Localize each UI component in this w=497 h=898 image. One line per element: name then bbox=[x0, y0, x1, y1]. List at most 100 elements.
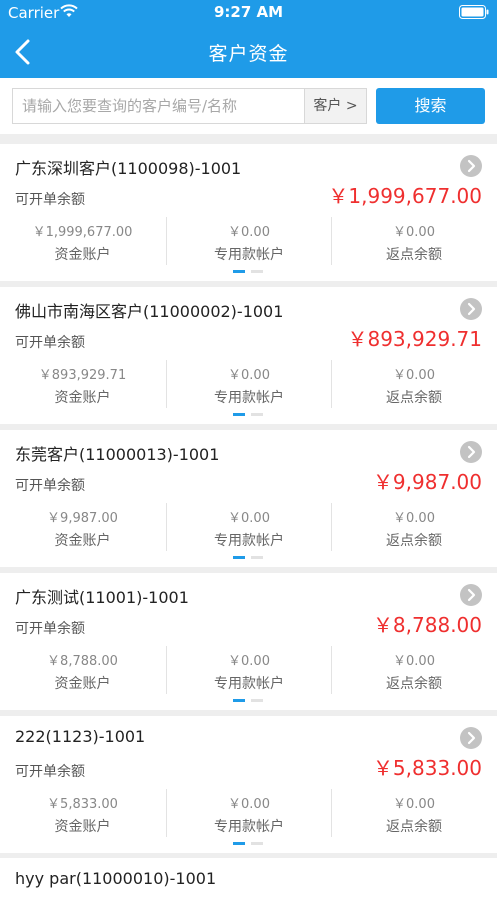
metric-value: ￥9,987.00 bbox=[47, 511, 118, 526]
metric-value: ￥0.00 bbox=[228, 368, 270, 383]
metric-fund-account: ￥8,788.00 资金账户 bbox=[0, 646, 165, 694]
customer-card[interactable]: 佛山市南海区客户(11000002)-1001 可开单余额 ￥893,929.7… bbox=[0, 287, 497, 424]
page-indicator bbox=[233, 413, 265, 416]
metric-fund-account: ￥5,833.00 资金账户 bbox=[0, 789, 165, 837]
customer-name: 广东深圳客户(1100098)-1001 bbox=[15, 159, 242, 178]
metric-value: ￥893,929.71 bbox=[38, 368, 127, 383]
page-dot bbox=[251, 556, 263, 559]
metric-name: 返点余额 bbox=[386, 247, 442, 263]
metric-rebate-balance: ￥0.00 返点余额 bbox=[331, 360, 496, 408]
metric-name: 资金账户 bbox=[54, 819, 111, 835]
customer-name: 广东测试(11001)-1001 bbox=[15, 588, 189, 607]
page-indicator bbox=[233, 842, 265, 845]
metric-value: ￥0.00 bbox=[228, 225, 270, 240]
metric-name: 专用款帐户 bbox=[214, 676, 284, 692]
customer-card[interactable]: 东莞客户(11000013)-1001 可开单余额 ￥9,987.00 ￥9,9… bbox=[0, 430, 497, 567]
metric-special-account: ￥0.00 专用款帐户 bbox=[166, 217, 331, 265]
account-metrics: ￥9,987.00 资金账户 ￥0.00 专用款帐户 ￥0.00 返点余额 bbox=[0, 503, 497, 551]
metric-special-account: ￥0.00 专用款帐户 bbox=[166, 360, 331, 408]
chevron-right-icon[interactable] bbox=[460, 584, 482, 606]
available-balance-amount: ￥5,833.00 bbox=[372, 756, 482, 780]
metric-name: 资金账户 bbox=[54, 247, 111, 263]
page-indicator bbox=[233, 556, 265, 559]
available-balance-label: 可开单余额 bbox=[15, 335, 85, 351]
customer-card[interactable]: 广东测试(11001)-1001 可开单余额 ￥8,788.00 ￥8,788.… bbox=[0, 573, 497, 710]
metric-value: ￥1,999,677.00 bbox=[32, 225, 133, 240]
account-metrics: ￥5,833.00 资金账户 ￥0.00 专用款帐户 ￥0.00 返点余额 bbox=[0, 789, 497, 837]
available-balance-label: 可开单余额 bbox=[15, 478, 85, 494]
metric-name: 资金账户 bbox=[54, 676, 111, 692]
battery-icon bbox=[459, 5, 489, 19]
page-title: 客户资金 bbox=[208, 43, 289, 65]
metric-fund-account: ￥9,987.00 资金账户 bbox=[0, 503, 165, 551]
metric-rebate-balance: ￥0.00 返点余额 bbox=[331, 217, 496, 265]
search-scope-select[interactable]: 客户 > bbox=[304, 89, 366, 123]
page-dot bbox=[251, 699, 263, 702]
customer-name: hyy par(11000010)-1001 bbox=[15, 869, 217, 888]
account-metrics: ￥1,999,677.00 资金账户 ￥0.00 专用款帐户 ￥0.00 返点余额 bbox=[0, 217, 497, 265]
metric-special-account: ￥0.00 专用款帐户 bbox=[166, 646, 331, 694]
customer-name: 222(1123)-1001 bbox=[15, 727, 146, 746]
metric-value: ￥0.00 bbox=[393, 654, 435, 669]
page-dot-active bbox=[233, 556, 245, 559]
status-bar: Carrier 9:27 AM bbox=[0, 0, 497, 26]
chevron-right-icon[interactable] bbox=[460, 441, 482, 463]
metric-value: ￥0.00 bbox=[393, 225, 435, 240]
account-metrics: ￥893,929.71 资金账户 ￥0.00 专用款帐户 ￥0.00 返点余额 bbox=[0, 360, 497, 408]
metric-value: ￥0.00 bbox=[228, 654, 270, 669]
page-dot bbox=[251, 842, 263, 845]
page-indicator bbox=[233, 270, 265, 273]
available-balance-amount: ￥1,999,677.00 bbox=[328, 184, 482, 208]
chevron-right-icon[interactable] bbox=[460, 298, 482, 320]
metric-special-account: ￥0.00 专用款帐户 bbox=[166, 503, 331, 551]
metric-rebate-balance: ￥0.00 返点余额 bbox=[331, 503, 496, 551]
metric-fund-account: ￥893,929.71 资金账户 bbox=[0, 360, 165, 408]
metric-rebate-balance: ￥0.00 返点余额 bbox=[331, 789, 496, 837]
metric-name: 返点余额 bbox=[386, 676, 442, 692]
search-input[interactable] bbox=[13, 89, 305, 123]
metric-value: ￥8,788.00 bbox=[47, 654, 118, 669]
metric-value: ￥0.00 bbox=[393, 368, 435, 383]
page-dot bbox=[251, 270, 263, 273]
available-balance-label: 可开单余额 bbox=[15, 764, 85, 780]
search-box: 客户 > bbox=[12, 88, 367, 124]
customer-name: 东莞客户(11000013)-1001 bbox=[15, 445, 220, 464]
search-area: 客户 > 搜索 bbox=[0, 78, 497, 134]
metric-fund-account: ￥1,999,677.00 资金账户 bbox=[0, 217, 165, 265]
metric-name: 返点余额 bbox=[386, 390, 442, 406]
metric-special-account: ￥0.00 专用款帐户 bbox=[166, 789, 331, 837]
nav-bar: 客户资金 bbox=[0, 26, 497, 78]
chevron-right-icon[interactable] bbox=[460, 155, 482, 177]
available-balance-amount: ￥893,929.71 bbox=[347, 327, 482, 351]
metric-value: ￥0.00 bbox=[228, 511, 270, 526]
available-balance-amount: ￥9,987.00 bbox=[372, 470, 482, 494]
page-dot-active bbox=[233, 842, 245, 845]
metric-name: 资金账户 bbox=[54, 390, 111, 406]
page-dot bbox=[251, 413, 263, 416]
metric-rebate-balance: ￥0.00 返点余额 bbox=[331, 646, 496, 694]
customer-card[interactable]: 222(1123)-1001 可开单余额 ￥5,833.00 ￥5,833.00… bbox=[0, 716, 497, 853]
page-dot-active bbox=[233, 413, 245, 416]
available-balance-label: 可开单余额 bbox=[15, 621, 85, 637]
page-dot-active bbox=[233, 699, 245, 702]
customer-card[interactable]: hyy par(11000010)-1001 bbox=[0, 858, 497, 898]
metric-name: 专用款帐户 bbox=[214, 390, 284, 406]
metric-value: ￥5,833.00 bbox=[47, 797, 118, 812]
metric-value: ￥0.00 bbox=[228, 797, 270, 812]
available-balance-amount: ￥8,788.00 bbox=[372, 613, 482, 637]
customer-card[interactable]: 广东深圳客户(1100098)-1001 可开单余额 ￥1,999,677.00… bbox=[0, 144, 497, 281]
metric-name: 资金账户 bbox=[54, 533, 111, 549]
metric-name: 返点余额 bbox=[386, 819, 442, 835]
metric-name: 专用款帐户 bbox=[214, 819, 284, 835]
account-metrics: ￥8,788.00 资金账户 ￥0.00 专用款帐户 ￥0.00 返点余额 bbox=[0, 646, 497, 694]
clock: 9:27 AM bbox=[213, 3, 284, 21]
header: Carrier 9:27 AM 客户资金 bbox=[0, 0, 497, 78]
metric-value: ￥0.00 bbox=[393, 797, 435, 812]
metric-value: ￥0.00 bbox=[393, 511, 435, 526]
available-balance-label: 可开单余额 bbox=[15, 192, 85, 208]
search-button[interactable]: 搜索 bbox=[376, 88, 485, 124]
customer-name: 佛山市南海区客户(11000002)-1001 bbox=[15, 302, 284, 321]
metric-name: 专用款帐户 bbox=[214, 247, 284, 263]
page-dot-active bbox=[233, 270, 245, 273]
chevron-right-icon[interactable] bbox=[460, 727, 482, 749]
